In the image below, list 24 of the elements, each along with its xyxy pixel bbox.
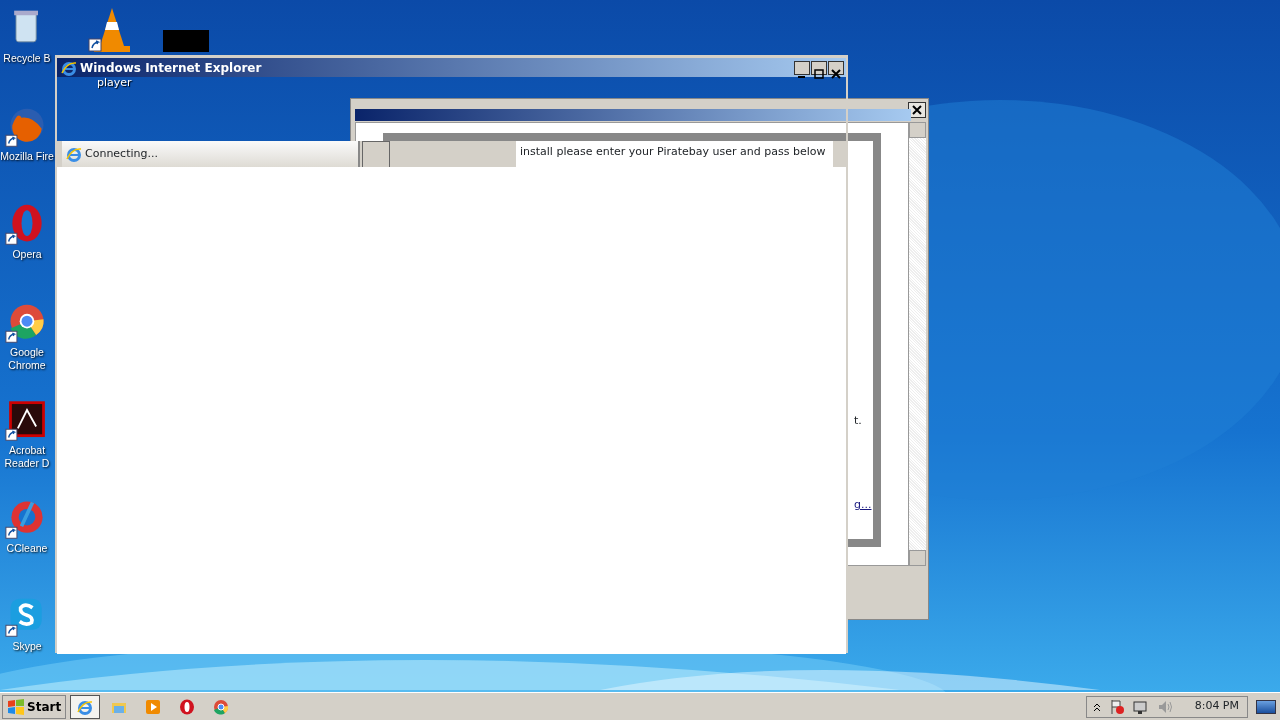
clock[interactable]: 8:04 PM: [1194, 698, 1239, 715]
show-desktop-button[interactable]: [1256, 699, 1276, 714]
network-icon[interactable]: [1132, 698, 1149, 715]
link-text[interactable]: g...: [854, 497, 872, 514]
ie-icon: [61, 59, 77, 76]
message-text: install please enter your Piratebay user and pass below: [516, 141, 833, 167]
redacted-block: [163, 30, 209, 52]
icon-label[interactable]: Opera: [12, 248, 42, 261]
chevron-icon[interactable]: [1092, 701, 1101, 712]
icon-label[interactable]: Recycle B: [3, 52, 51, 65]
icon-label[interactable]: CCleane: [6, 542, 48, 555]
icon-label[interactable]: Acrobat Reader D: [0, 444, 54, 470]
browser-icon[interactable]: [70, 694, 101, 719]
status-text: Connecting...: [85, 145, 158, 162]
windows-logo-icon: [7, 698, 25, 715]
minimize-button[interactable]: [794, 60, 810, 75]
icon-label[interactable]: Google Chrome: [0, 346, 54, 372]
start-button[interactable]: Start: [2, 694, 67, 719]
text-fragment: t.: [854, 413, 862, 429]
flag-icon[interactable]: [1108, 698, 1125, 715]
icon-label[interactable]: Mozilla Fire: [0, 150, 54, 163]
window-title: Windows Internet Explorer: [80, 59, 262, 77]
ie-icon: [66, 146, 82, 162]
icon-label[interactable]: player: [97, 75, 132, 92]
